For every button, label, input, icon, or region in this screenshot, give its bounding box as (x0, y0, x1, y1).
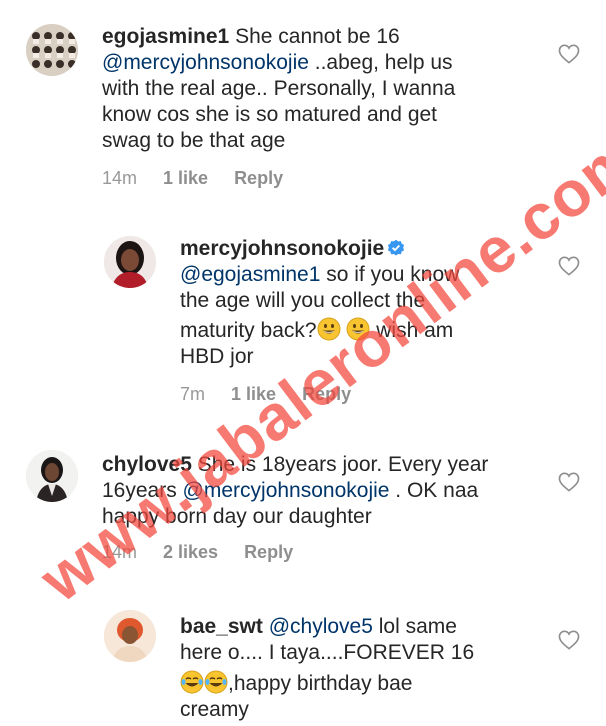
likes-count[interactable]: 1 like (231, 384, 276, 405)
verified-badge-icon (387, 238, 405, 256)
avatar[interactable] (26, 450, 78, 502)
mention-link[interactable]: @mercyjohnsonokojie (102, 51, 309, 74)
comment-text-line: HBD jor (180, 345, 254, 368)
timestamp: 7m (180, 384, 206, 404)
mention-link[interactable]: @mercyjohnsonokojie (183, 479, 390, 502)
username[interactable]: chylove5 (102, 453, 192, 476)
tears-of-joy-emoji-icon (180, 670, 204, 694)
username[interactable]: egojasmine1 (102, 25, 229, 48)
username[interactable]: bae_swt (180, 615, 263, 638)
mention-link[interactable]: @egojasmine1 (180, 263, 320, 286)
comment-text-line: wish am (370, 319, 454, 342)
comment-text-line: happy born day our daughter (102, 505, 372, 528)
reply-button[interactable]: Reply (234, 168, 283, 189)
comment-text: egojasmine1 She cannot be 16 @mercyjohns… (102, 24, 522, 154)
heart-icon[interactable] (558, 256, 580, 276)
comment-meta: 14m 2 likes Reply (102, 542, 293, 563)
timestamp: 14m (102, 168, 138, 188)
comment-text-line: creamy (180, 698, 249, 721)
comment-text-line: She is 18years joor. Every year (191, 453, 489, 476)
comment-text-line: the age will you collect the (180, 289, 426, 312)
comment-text-line: lol same (372, 615, 457, 638)
comment-text-line: here o.... I taya....FOREVER 16 (180, 641, 475, 664)
comment-text-line: ,happy birthday bae (228, 672, 413, 695)
username[interactable]: mercyjohnsonokojie (180, 237, 384, 260)
mention-link[interactable]: @chylove5 (269, 615, 373, 638)
avatar[interactable] (104, 610, 156, 662)
avatar[interactable] (26, 24, 78, 76)
timestamp: 14m (102, 542, 138, 562)
comment-text-line: swag to be that age (102, 129, 286, 152)
comment-text-line: maturity back? (180, 319, 317, 342)
grinning-face-emoji-icon (346, 317, 370, 341)
comment-meta: 7m 1 like Reply (180, 384, 351, 405)
comment-text-line: with the real age.. Personally, I wanna (102, 77, 456, 100)
grinning-face-emoji-icon (317, 317, 341, 341)
comment-text-line: know cos she is so matured and get (102, 103, 438, 126)
comment-text-line: ..abeg, help us (308, 51, 453, 74)
comment-text-line: 16years (102, 479, 183, 502)
reply-button[interactable]: Reply (302, 384, 351, 405)
comment-meta: 14m 1 like Reply (102, 168, 283, 189)
avatar[interactable] (104, 236, 156, 288)
comment-text: bae_swt @chylove5 lol same here o.... I … (180, 614, 540, 723)
comment-text: mercyjohnsonokojie @egojasmine1 so if yo… (180, 236, 540, 370)
likes-count[interactable]: 2 likes (163, 542, 218, 563)
comment-text-line: . OK naa (389, 479, 479, 502)
comment-text-line: She cannot be 16 (229, 25, 400, 48)
reply-button[interactable]: Reply (244, 542, 293, 563)
heart-icon[interactable] (558, 44, 580, 64)
heart-icon[interactable] (558, 472, 580, 492)
comment-text-line: so if you know (320, 263, 460, 286)
comment-text: chylove5 She is 18years joor. Every year… (102, 452, 542, 530)
likes-count[interactable]: 1 like (163, 168, 208, 189)
tears-of-joy-emoji-icon (204, 670, 228, 694)
heart-icon[interactable] (558, 630, 580, 650)
